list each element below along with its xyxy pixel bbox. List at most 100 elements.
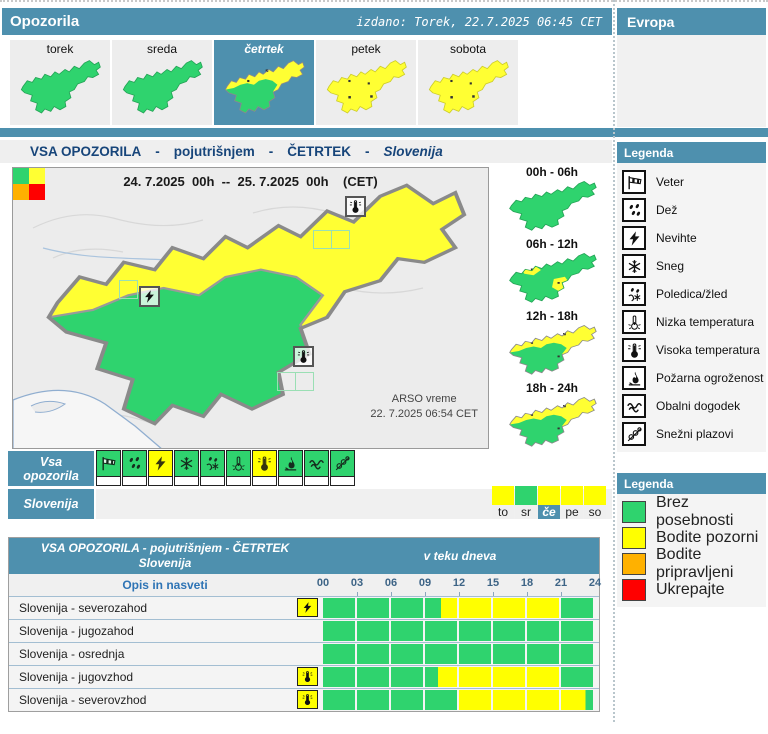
day-ce[interactable]: če [538, 486, 560, 519]
legend-item: Dež [622, 196, 766, 224]
mini-map-sreda [120, 59, 204, 117]
legend-icons-title: Legenda [617, 142, 766, 163]
map-grid-cell [313, 230, 332, 249]
breadcrumb-region: Slovenija [384, 144, 443, 159]
region-link[interactable]: Slovenija - severozahod [19, 597, 147, 619]
lowtemp-icon [622, 310, 646, 334]
legend-icons: Veter Dež Nevihte Sneg Poledica/žled Niz… [617, 163, 766, 452]
storm-icon [297, 598, 318, 617]
warnings-table: VSA OPOZORILA - pojutrišnjem - ČETRTEK S… [8, 537, 600, 712]
table-row: Slovenija - severovzhod [9, 688, 599, 711]
breadcrumb-day: ČETRTEK [287, 144, 351, 159]
map-attribution: ARSO vreme 22. 7.2025 06:54 CET [370, 392, 478, 422]
legend-item: Poledica/žled [622, 280, 766, 308]
rain-icon-tile[interactable] [122, 450, 147, 486]
mini-map-12-18 [506, 324, 598, 378]
breadcrumb-scope: pojutrišnjem [174, 144, 255, 159]
coastal-icon [622, 394, 646, 418]
timeline [323, 598, 595, 618]
fire-icon-tile[interactable] [278, 450, 303, 486]
day-so[interactable]: so [584, 486, 606, 519]
breadcrumb-prefix: VSA OPOZORILA [30, 144, 141, 159]
hightemp-icon [297, 667, 318, 686]
table-row: Slovenija - severozahod [9, 596, 599, 619]
hightemp-icon-tile[interactable] [252, 450, 277, 486]
mini-map-06-12 [506, 252, 598, 306]
issued-timestamp: izdano: Torek, 22.7.2025 06:45 CET [356, 15, 602, 29]
storm-icon [622, 226, 646, 250]
snow-icon [622, 254, 646, 278]
map-grid-cell [119, 280, 138, 299]
tab-evropa[interactable]: Evropa [617, 8, 766, 35]
day-sr[interactable]: sr [515, 486, 537, 519]
all-warnings-label: Vsa opozorila [8, 451, 94, 486]
legend-levels-title: Legenda [617, 473, 766, 494]
timeline [323, 690, 595, 710]
warning-type-strip [96, 450, 355, 486]
top-divider [0, 0, 768, 2]
region-link[interactable]: Slovenija - jugovzhod [19, 666, 133, 688]
table-subtitle: Slovenija [139, 556, 192, 571]
coastal-icon-tile[interactable] [304, 450, 329, 486]
map-grid-cell [277, 372, 296, 391]
legend-item: Brez posebnosti [622, 499, 766, 525]
level-swatch-red [622, 579, 646, 601]
tab-torek[interactable]: torek [10, 40, 110, 125]
legend-item: Nevihte [622, 224, 766, 252]
mini-map-sobota [426, 59, 510, 117]
timeline [323, 644, 595, 664]
tab-sreda[interactable]: sreda [112, 40, 212, 125]
table-row: Slovenija - osrednja [9, 642, 599, 665]
region-link[interactable]: Slovenija - severovzhod [19, 689, 146, 711]
lowtemp-icon-tile[interactable] [226, 450, 251, 486]
legend-item: Požarna ogroženost [622, 364, 766, 392]
page-title: Opozorila [10, 13, 79, 30]
timeline [323, 667, 595, 687]
day-selector: to sr če pe so [492, 486, 606, 519]
mini-map-cetrtek [222, 59, 306, 117]
snow-icon-tile[interactable] [174, 450, 199, 486]
mini-map-petek [324, 59, 408, 117]
warnings-breadcrumb: VSA OPOZORILA - pojutrišnjem - ČETRTEK -… [0, 140, 612, 163]
legend-item: Snežni plazovi [622, 420, 766, 448]
hourly-map-12-18: 12h - 18h [492, 309, 612, 383]
rain-icon [622, 198, 646, 222]
hourly-map-00-06: 00h - 06h [492, 165, 612, 239]
tab-cetrtek[interactable]: četrtek [214, 40, 314, 125]
hightemp-icon [345, 196, 366, 217]
legend-levels: Brez posebnosti Bodite pozorni Bodite pr… [617, 494, 766, 607]
day-pe[interactable]: pe [561, 486, 583, 519]
day-to[interactable]: to [492, 486, 514, 519]
tab-petek[interactable]: petek [316, 40, 416, 125]
storm-icon-tile[interactable] [148, 450, 173, 486]
column-divider [613, 0, 615, 722]
level-swatch-orange [622, 553, 646, 575]
hourly-map-18-24: 18h - 24h [492, 381, 612, 455]
hightemp-icon [293, 346, 314, 367]
main-warning-map: 24. 7.2025 00h -- 25. 7.2025 00h (CET) A… [12, 167, 489, 449]
avalanche-icon [622, 422, 646, 446]
timeline [323, 621, 595, 641]
table-header-right: v teku dneva [321, 538, 599, 574]
region-link[interactable]: Slovenija - jugozahod [19, 620, 134, 642]
hourly-map-06-12: 06h - 12h [492, 237, 612, 311]
map-grid-cell [295, 372, 314, 391]
region-link[interactable]: Slovenija - osrednja [19, 643, 124, 665]
legend-item: Nizka temperatura [622, 308, 766, 336]
table-row: Slovenija - jugozahod [9, 619, 599, 642]
ice-icon [622, 282, 646, 306]
slovenia-row-label: Slovenija [8, 489, 94, 519]
legend-item: Bodite pripravljeni [622, 551, 766, 577]
legend-item: Veter [622, 168, 766, 196]
tab-sobota[interactable]: sobota [418, 40, 518, 125]
teal-divider [0, 128, 768, 137]
wind-icon-tile[interactable] [96, 450, 121, 486]
legend-item: Sneg [622, 252, 766, 280]
evropa-panel [617, 35, 766, 127]
legend-item: Visoka temperatura [622, 336, 766, 364]
avalanche-icon-tile[interactable] [330, 450, 355, 486]
fire-icon [622, 366, 646, 390]
level-swatch-yellow [622, 527, 646, 549]
hightemp-icon [622, 338, 646, 362]
ice-icon-tile[interactable] [200, 450, 225, 486]
